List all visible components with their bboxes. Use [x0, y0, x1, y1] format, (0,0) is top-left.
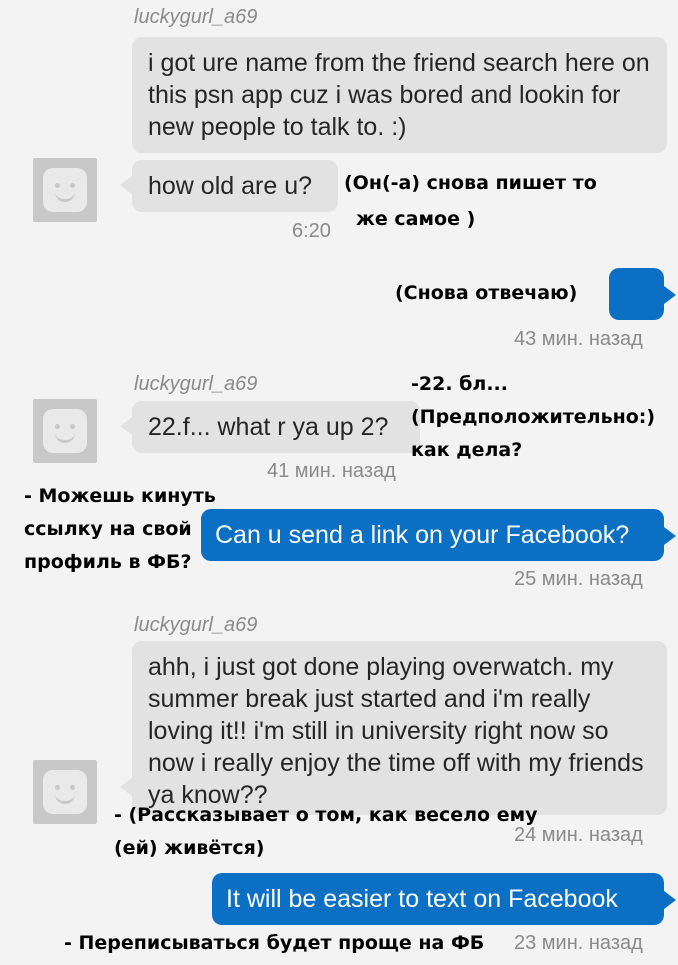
message-timestamp: 41 мин. назад: [267, 460, 396, 482]
message-text: i got ure name from the friend search he…: [148, 49, 650, 141]
annotation: (ей) живётся): [114, 837, 265, 859]
sender-name: luckygurl_a69: [134, 6, 258, 28]
message-bubble-outgoing[interactable]: Can u send a link on your Facebook?: [201, 509, 664, 561]
smiley-avatar-icon[interactable]: [33, 399, 97, 463]
annotation: (Он(-а) снова пишет то: [344, 172, 597, 194]
message-text: how old are u?: [148, 172, 313, 200]
annotation: (Предположительно:): [411, 406, 656, 428]
bubble-tail: [120, 417, 132, 435]
bubble-tail: [120, 176, 132, 194]
message-timestamp: 23 мин. назад: [514, 932, 643, 954]
bubble-tail: [664, 286, 676, 304]
message-bubble-outgoing[interactable]: [609, 268, 664, 320]
annotation: же самое ): [356, 208, 476, 230]
message-bubble[interactable]: how old are u?: [132, 160, 338, 212]
bubble-tail: [664, 527, 676, 545]
message-bubble[interactable]: 22.f... what r ya up 2?: [132, 401, 420, 453]
message-timestamp: 25 мин. назад: [514, 568, 643, 590]
message-text: ahh, i just got done playing overwatch. …: [148, 653, 644, 809]
sender-name: luckygurl_a69: [134, 373, 258, 395]
message-text: Can u send a link on your Facebook?: [215, 521, 630, 549]
message-timestamp: 43 мин. назад: [514, 328, 643, 350]
annotation: как дела?: [411, 439, 523, 461]
message-text: 22.f... what r ya up 2?: [148, 413, 389, 441]
annotation: -22. бл...: [411, 373, 508, 395]
annotation: - Можешь кинуть: [24, 485, 216, 507]
message-bubble[interactable]: i got ure name from the friend search he…: [132, 37, 667, 153]
annotation: ссылку на свой: [24, 518, 192, 540]
message-text: It will be easier to text on Facebook: [226, 885, 618, 913]
annotation: - (Рассказывает о том, как весело ему: [114, 804, 538, 826]
message-bubble[interactable]: ahh, i just got done playing overwatch. …: [132, 641, 667, 815]
bubble-tail: [664, 891, 676, 909]
annotation: - Переписываться будет проще на ФБ: [64, 932, 485, 954]
message-bubble-outgoing[interactable]: It will be easier to text on Facebook: [212, 873, 664, 925]
bubble-tail: [120, 778, 132, 796]
annotation: профиль в ФБ?: [24, 551, 192, 573]
smiley-avatar-icon[interactable]: [33, 158, 97, 222]
annotation: (Снова отвечаю): [395, 282, 578, 304]
message-timestamp: 6:20: [292, 220, 331, 242]
sender-name: luckygurl_a69: [134, 614, 258, 636]
smiley-avatar-icon[interactable]: [33, 760, 97, 824]
